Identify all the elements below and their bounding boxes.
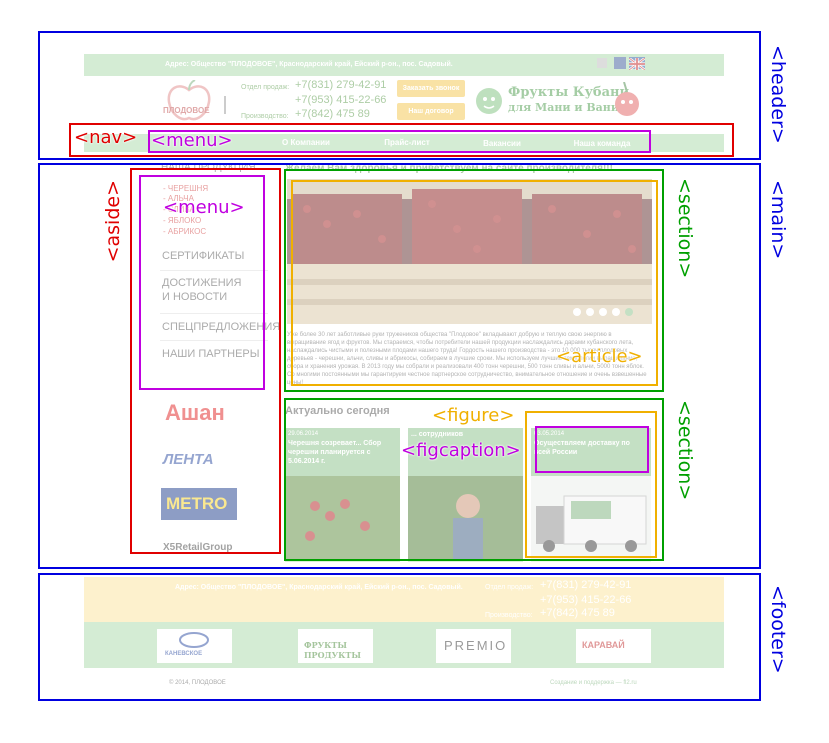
aside-label: <aside> (102, 180, 124, 263)
figcaption-label: <figcaption> (401, 440, 521, 461)
section-2-label: <section> (674, 400, 696, 501)
header-label: <header> (767, 45, 789, 144)
nav-label: <nav> (74, 127, 138, 148)
figcaption-outline (535, 426, 649, 473)
nav-menu-label: <menu> (151, 130, 233, 151)
footer-label: <footer> (767, 585, 789, 674)
figure-label: <figure> (432, 405, 515, 426)
footer-outline (38, 573, 761, 701)
article-label: <article> (556, 346, 643, 367)
main-label: <main> (767, 180, 789, 260)
section-1-label: <section> (674, 178, 696, 279)
aside-menu-label: <menu> (163, 197, 245, 218)
